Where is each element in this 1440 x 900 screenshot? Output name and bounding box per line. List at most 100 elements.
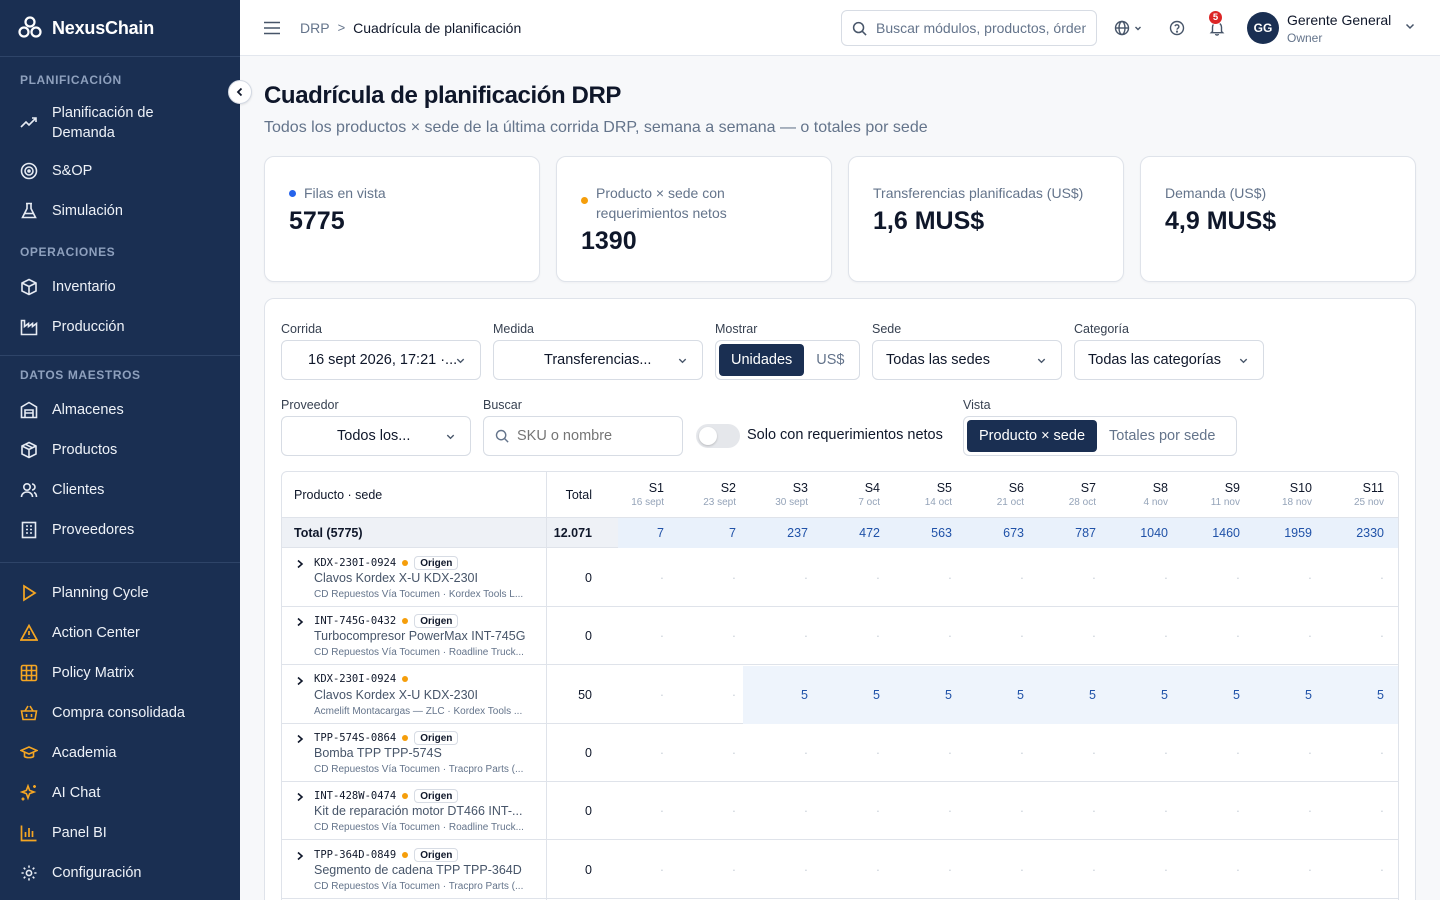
brand[interactable]: NexusChain — [0, 0, 240, 56]
avatar[interactable]: GG — [1247, 12, 1279, 44]
week-cell[interactable]: · — [1240, 629, 1312, 643]
menu-button[interactable] — [262, 18, 282, 38]
week-cell[interactable]: 5 — [808, 688, 880, 702]
week-cell[interactable]: · — [1096, 863, 1168, 877]
week-cell[interactable]: · — [808, 629, 880, 643]
table-row[interactable]: KDX-230I-0924 Clavos Kordex X-U KDX-230I A… — [282, 665, 1398, 724]
week-cell[interactable]: · — [736, 571, 808, 585]
expand-row-chevron-right-icon[interactable] — [296, 676, 306, 688]
week-cell[interactable]: · — [736, 804, 808, 818]
sidebar-item-simulacion[interactable]: Simulación — [0, 191, 240, 231]
table-row[interactable]: INT-745G-0432 Origen Turbocompresor PowerM… — [282, 607, 1398, 666]
week-cell[interactable]: · — [736, 629, 808, 643]
week-cell[interactable]: · — [1240, 571, 1312, 585]
sidebar-item-proveedores[interactable]: Proveedores — [0, 510, 240, 550]
week-cell[interactable]: 5 — [1168, 688, 1240, 702]
sidebar-item-compra-consolidada[interactable]: Compra consolidada — [0, 693, 240, 733]
expand-row-chevron-right-icon[interactable] — [296, 617, 306, 629]
show-usd-option[interactable]: US$ — [804, 344, 856, 376]
week-cell[interactable]: 5 — [1312, 688, 1384, 702]
sidebar-item-planning-cycle[interactable]: Planning Cycle — [0, 573, 240, 613]
table-row[interactable]: INT-428W-0474 Origen Kit de reparación mot… — [282, 782, 1398, 841]
week-cell[interactable]: · — [880, 571, 952, 585]
week-cell[interactable]: · — [664, 746, 736, 760]
user-menu-chevron-down-icon[interactable] — [1404, 20, 1416, 32]
week-cell[interactable]: · — [880, 629, 952, 643]
view-site-totals-option[interactable]: Totales por sede — [1097, 420, 1227, 452]
category-select[interactable]: Todas las categorías — [1074, 340, 1264, 380]
week-cell[interactable]: · — [1312, 863, 1384, 877]
week-cell[interactable]: · — [880, 863, 952, 877]
site-select[interactable]: Todas las sedes — [872, 340, 1062, 380]
week-cell[interactable]: · — [808, 746, 880, 760]
sidebar-item-action-center[interactable]: Action Center — [0, 613, 240, 653]
expand-row-chevron-right-icon[interactable] — [296, 851, 306, 863]
week-cell[interactable]: · — [664, 629, 736, 643]
global-search-input[interactable] — [876, 20, 1086, 36]
week-cell[interactable]: · — [1168, 629, 1240, 643]
week-cell[interactable]: · — [592, 571, 664, 585]
table-row[interactable]: TPP-574S-0864 Origen Bomba TPP TPP-574S CD … — [282, 724, 1398, 782]
week-cell[interactable]: · — [1312, 746, 1384, 760]
week-cell[interactable]: · — [736, 746, 808, 760]
breadcrumb-root-link[interactable]: DRP — [300, 20, 330, 36]
table-row[interactable]: KDX-230I-0924 Origen Clavos Kordex X-U KDX… — [282, 549, 1398, 607]
user-name[interactable]: Gerente General — [1287, 12, 1391, 28]
week-cell[interactable]: · — [1024, 629, 1096, 643]
sidebar-item-inventario[interactable]: Inventario — [0, 267, 240, 307]
week-cell[interactable]: 5 — [736, 688, 808, 702]
week-cell[interactable]: · — [1312, 804, 1384, 818]
week-cell[interactable]: · — [1168, 571, 1240, 585]
week-cell[interactable]: · — [952, 629, 1024, 643]
week-cell[interactable]: 5 — [1096, 688, 1168, 702]
table-row[interactable]: TPP-364D-0849 Origen Segmento de cadena TP… — [282, 841, 1398, 899]
language-selector[interactable] — [1112, 18, 1144, 38]
week-cell[interactable]: · — [592, 746, 664, 760]
measure-select[interactable]: Transferencias... — [493, 340, 703, 380]
week-cell[interactable]: · — [592, 863, 664, 877]
sku-search-field[interactable] — [483, 416, 683, 456]
week-cell[interactable]: · — [1096, 746, 1168, 760]
week-cell[interactable]: · — [1312, 571, 1384, 585]
week-cell[interactable]: 5 — [952, 688, 1024, 702]
week-cell[interactable]: · — [592, 804, 664, 818]
week-cell[interactable]: · — [952, 746, 1024, 760]
week-cell[interactable]: 5 — [1024, 688, 1096, 702]
sidebar-item-produccion[interactable]: Producción — [0, 307, 240, 347]
show-units-option[interactable]: Unidades — [719, 344, 805, 376]
expand-row-chevron-right-icon[interactable] — [296, 734, 306, 746]
week-cell[interactable]: · — [1096, 804, 1168, 818]
week-cell[interactable]: · — [1312, 629, 1384, 643]
sidebar-item-clientes[interactable]: Clientes — [0, 470, 240, 510]
week-cell[interactable]: · — [1168, 746, 1240, 760]
run-select[interactable]: 16 sept 2026, 17:21 ·... — [281, 340, 481, 380]
sidebar-item-sop[interactable]: S&OP — [0, 151, 240, 191]
week-cell[interactable]: · — [664, 688, 736, 702]
sidebar-item-planificacion-demanda[interactable]: Planificación de Demanda — [0, 95, 240, 151]
week-cell[interactable]: · — [1240, 746, 1312, 760]
week-cell[interactable]: · — [1024, 571, 1096, 585]
expand-row-chevron-right-icon[interactable] — [296, 792, 306, 804]
sidebar-item-academia[interactable]: Academia — [0, 733, 240, 773]
week-cell[interactable]: · — [808, 863, 880, 877]
week-cell[interactable]: · — [808, 571, 880, 585]
global-search[interactable] — [841, 10, 1097, 46]
week-cell[interactable]: 5 — [1240, 688, 1312, 702]
sidebar-item-almacenes[interactable]: Almacenes — [0, 390, 240, 430]
week-cell[interactable]: · — [664, 571, 736, 585]
sidebar-item-configuracion[interactable]: Configuración — [0, 853, 240, 893]
week-cell[interactable]: · — [1096, 629, 1168, 643]
week-cell[interactable]: · — [952, 863, 1024, 877]
week-cell[interactable]: · — [1168, 863, 1240, 877]
help-button[interactable] — [1167, 18, 1187, 38]
sku-search-input[interactable] — [517, 428, 667, 444]
week-cell[interactable]: · — [592, 629, 664, 643]
sidebar-collapse-button[interactable] — [228, 80, 252, 104]
supplier-select[interactable]: Todos los... — [281, 416, 471, 456]
week-cell[interactable]: · — [664, 804, 736, 818]
week-cell[interactable]: · — [880, 804, 952, 818]
week-cell[interactable]: 5 — [880, 688, 952, 702]
week-cell[interactable]: · — [592, 688, 664, 702]
expand-row-chevron-right-icon[interactable] — [296, 559, 306, 571]
week-cell[interactable]: · — [880, 746, 952, 760]
